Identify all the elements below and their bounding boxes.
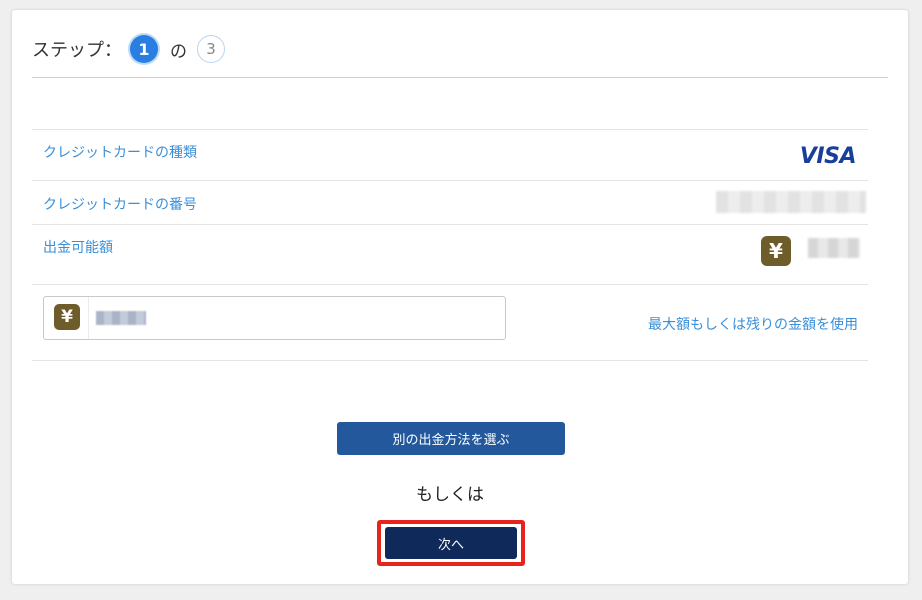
choose-other-method-button[interactable]: 別の出金方法を選ぶ (337, 422, 565, 455)
row-divider (32, 180, 868, 181)
card-number-label: クレジットカードの番号 (43, 197, 197, 213)
step-of-text: の (170, 41, 187, 62)
input-divider (88, 297, 89, 339)
amount-input[interactable]: ¥ (43, 296, 506, 340)
available-amount-masked (808, 238, 860, 258)
row-divider (32, 129, 868, 130)
yen-icon: ¥ (54, 304, 80, 330)
use-max-amount-link[interactable]: 最大額もしくは残りの金額を使用 (648, 314, 858, 334)
row-divider (32, 224, 868, 225)
step-label: ステップ： (32, 40, 122, 61)
card-type-label: クレジットカードの種類 (43, 145, 197, 161)
or-text: もしくは (416, 485, 484, 505)
row-divider (32, 284, 868, 285)
step-total-badge: 3 (197, 35, 225, 63)
stepper: ステップ： 1 の 3 (32, 34, 225, 64)
yen-icon: ¥ (761, 236, 791, 266)
amount-input-value-masked (96, 311, 146, 325)
step-current-badge: 1 (130, 35, 158, 63)
row-divider (32, 360, 868, 361)
card-number-masked (716, 191, 866, 213)
visa-icon: VISA (799, 144, 857, 169)
header-divider (32, 77, 888, 78)
next-button[interactable]: 次へ (385, 527, 517, 559)
withdrawal-card: ステップ： 1 の 3 クレジットカードの種類 VISA クレジットカードの番号… (12, 10, 908, 584)
available-amount-label: 出金可能額 (43, 240, 113, 256)
